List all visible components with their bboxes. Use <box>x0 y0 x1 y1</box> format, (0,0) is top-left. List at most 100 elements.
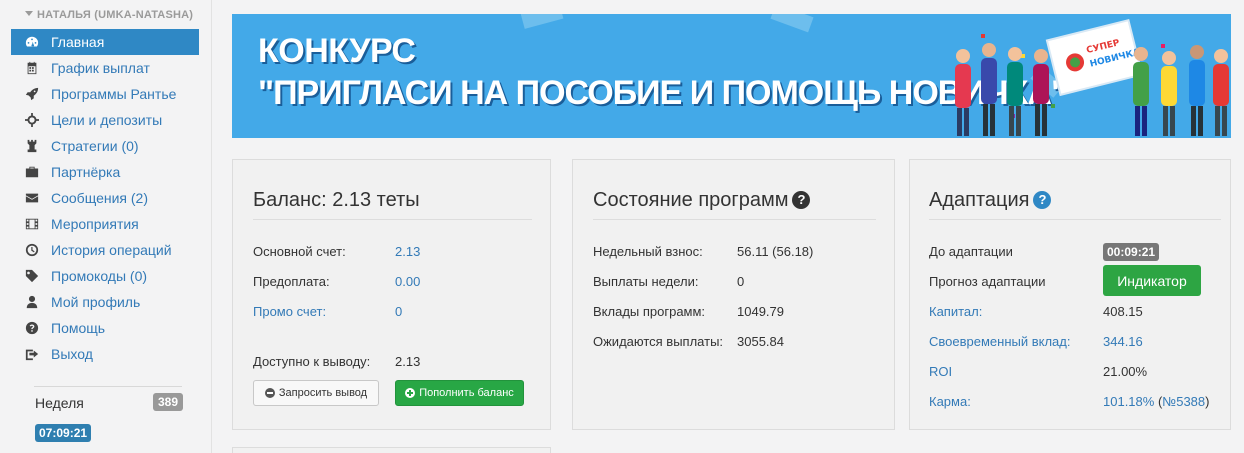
sidebar-divider <box>34 386 182 387</box>
adaptation-forecast-label: Прогноз адаптации <box>929 274 1046 289</box>
sidebar-item-label: Партнёрка <box>51 164 121 180</box>
week-count-badge: 389 <box>153 393 184 411</box>
withdraw-available-label: Доступно к выводу: <box>253 354 371 369</box>
karma-value-row: 101.18% (№5388) <box>1103 394 1210 409</box>
sign-out-icon <box>25 347 39 361</box>
divider <box>253 219 532 220</box>
next-panel-edge <box>232 447 551 453</box>
week-payouts-value: 0 <box>737 274 745 289</box>
topup-balance-label: Пополнить баланс <box>419 387 514 399</box>
divider <box>593 219 876 220</box>
film-icon <box>25 217 39 231</box>
week-label: Неделя <box>35 395 84 411</box>
adaptation-timer-badge: 00:09:21 <box>1103 243 1160 261</box>
topup-balance-button[interactable]: Пополнить баланс <box>395 380 524 406</box>
sidebar-item-history[interactable]: История операций <box>11 237 199 263</box>
sidebar-item-events[interactable]: Мероприятия <box>11 211 199 237</box>
prepayment-value[interactable]: 0.00 <box>395 274 420 289</box>
sidebar-item-label: Мой профиль <box>51 294 141 310</box>
roi-label[interactable]: ROI <box>929 364 952 379</box>
question-circle-icon[interactable]: ? <box>1033 191 1052 209</box>
sidebar-item-partners[interactable]: Партнёрка <box>11 159 199 185</box>
adaptation-title-text: Адаптация <box>929 189 1030 211</box>
promo-account-value[interactable]: 0 <box>395 304 402 319</box>
sidebar-item-help[interactable]: Помощь <box>11 315 199 341</box>
programs-panel: Состояние программ? Недельный взнос: 56.… <box>572 159 895 430</box>
user-name: НАТАЛЬЯ (UMKA-NATASHA) <box>37 9 194 21</box>
confetti-decoration <box>520 14 564 29</box>
program-deposits-value: 1049.79 <box>737 304 784 319</box>
contest-banner[interactable]: КОНКУРС "ПРИГЛАСИ НА ПОСОБИЕ И ПОМОЩЬ НО… <box>232 14 1231 138</box>
sidebar-nav: Главная График выплат Программы Рантье Ц… <box>11 29 199 367</box>
sidebar-item-label: Программы Рантье <box>51 86 177 102</box>
sidebar-item-label: Мероприятия <box>51 216 139 232</box>
week-payouts-label: Выплаты недели: <box>593 274 699 289</box>
timely-deposit-label[interactable]: Своевременный вклад: <box>929 334 1070 349</box>
adaptation-panel: Адаптация? До адаптации 00:09:21 Прогноз… <box>909 159 1231 430</box>
weekly-fee-value: 56.11 (56.18) <box>737 244 814 259</box>
karma-rank[interactable]: №5388 <box>1162 394 1205 409</box>
question-circle-icon[interactable]: ? <box>792 191 811 209</box>
sidebar-item-strategies[interactable]: Стратегии (0) <box>11 133 199 159</box>
capital-value: 408.15 <box>1103 304 1143 319</box>
capital-label[interactable]: Капитал: <box>929 304 982 319</box>
sidebar-item-promocodes[interactable]: Промокоды (0) <box>11 263 199 289</box>
main-account-value[interactable]: 2.13 <box>395 244 420 259</box>
sidebar: НАТАЛЬЯ (UMKA-NATASHA) Главная График вы… <box>0 0 212 453</box>
sidebar-item-label: Сообщения (2) <box>51 190 148 206</box>
people-illustration: СУПЕР НОВИЧКА <box>955 18 1229 136</box>
divider <box>929 219 1221 220</box>
sidebar-item-messages[interactable]: Сообщения (2) <box>11 185 199 211</box>
request-withdraw-button[interactable]: Запросить вывод <box>253 380 379 406</box>
caret-down-icon <box>25 11 33 16</box>
sidebar-item-goals[interactable]: Цели и депозиты <box>11 107 199 133</box>
promo-account-label[interactable]: Промо счет: <box>253 304 326 319</box>
tag-icon <box>25 269 39 283</box>
expected-payouts-value: 3055.84 <box>737 334 784 349</box>
sidebar-item-label: Цели и депозиты <box>51 112 163 128</box>
crosshairs-icon <box>25 113 39 127</box>
sidebar-item-label: Главная <box>51 34 105 50</box>
programs-title-text: Состояние программ <box>593 189 789 211</box>
sidebar-item-label: Помощь <box>51 320 106 336</box>
prepayment-label: Предоплата: <box>253 274 330 289</box>
sidebar-item-label: Выход <box>51 346 93 362</box>
chess-rook-icon <box>25 139 39 153</box>
sidebar-item-profile[interactable]: Мой профиль <box>11 289 199 315</box>
briefcase-icon <box>25 165 39 179</box>
sidebar-item-label: История операций <box>51 242 172 258</box>
clock-icon <box>25 243 39 257</box>
user-icon <box>25 295 39 309</box>
confetti-decoration <box>770 14 814 33</box>
withdraw-available-value: 2.13 <box>395 354 421 369</box>
user-menu-toggle[interactable]: НАТАЛЬЯ (UMKA-NATASHA) <box>25 9 193 21</box>
week-timer-badge: 07:09:21 <box>35 424 92 442</box>
sidebar-item-payment-schedule[interactable]: График выплат <box>11 55 199 81</box>
request-withdraw-label: Запросить вывод <box>278 387 368 399</box>
roi-value: 21.00% <box>1103 364 1148 379</box>
karma-value[interactable]: 101.18% <box>1103 394 1154 409</box>
indicator-button[interactable]: Индикатор <box>1103 265 1201 296</box>
adaptation-title: Адаптация? <box>929 189 1052 212</box>
sidebar-item-label: График выплат <box>51 60 150 76</box>
sidebar-item-home[interactable]: Главная <box>11 29 199 55</box>
sidebar-item-rentier-programs[interactable]: Программы Рантье <box>11 81 199 107</box>
balance-panel: Баланс: 2.13 теты Основной счет: 2.13 Пр… <box>232 159 551 430</box>
banner-title-line1: КОНКУРС <box>258 32 416 70</box>
karma-label[interactable]: Карма: <box>929 394 971 409</box>
balance-title: Баланс: 2.13 теты <box>253 189 420 211</box>
question-circle-icon <box>25 321 39 335</box>
timely-deposit-value[interactable]: 344.16 <box>1103 334 1143 349</box>
calendar-icon <box>25 61 39 75</box>
plus-circle-icon <box>405 388 416 398</box>
expected-payouts-label: Ожидаются выплаты: <box>593 334 724 349</box>
rocket-icon <box>25 87 39 101</box>
until-adaptation-label: До адаптации <box>929 244 1013 259</box>
envelope-icon <box>25 191 39 205</box>
programs-title: Состояние программ? <box>593 189 811 212</box>
sidebar-item-logout[interactable]: Выход <box>11 341 199 367</box>
sidebar-item-label: Стратегии (0) <box>51 138 139 154</box>
main-account-label: Основной счет: <box>253 244 346 259</box>
minus-circle-icon <box>264 388 275 398</box>
sidebar-item-label: Промокоды (0) <box>51 268 148 284</box>
